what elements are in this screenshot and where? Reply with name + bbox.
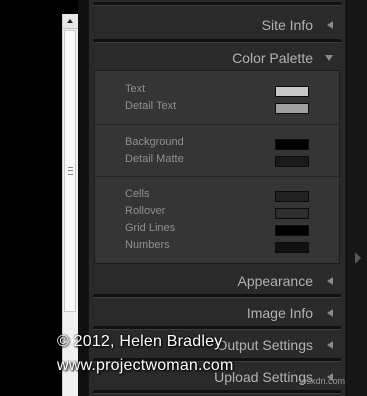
color-label: Rollover [125, 205, 166, 217]
color-swatch[interactable] [275, 86, 309, 97]
color-label: Text [125, 83, 146, 95]
section-header-appearance[interactable]: Appearance [89, 267, 345, 295]
color-row-text[interactable]: Text [95, 83, 339, 99]
color-swatch[interactable] [275, 156, 309, 167]
section-header-color-palette[interactable]: Color Palette [89, 44, 345, 72]
triangle-left-icon [327, 277, 333, 285]
color-row-cells[interactable]: Cells [95, 188, 339, 204]
color-row-detail-matte[interactable]: Detail Matte [95, 153, 339, 169]
section-label: Output Settings [216, 337, 313, 353]
color-row-background[interactable]: Background [95, 136, 339, 152]
group-separator [95, 124, 339, 125]
color-swatch[interactable] [275, 103, 309, 114]
color-swatch[interactable] [275, 242, 309, 253]
triangle-left-icon [327, 21, 333, 29]
color-row-detail-text[interactable]: Detail Text [95, 100, 339, 116]
corner-watermark: wsxdn.com [299, 376, 345, 386]
scroll-thumb[interactable] [64, 30, 76, 312]
color-label: Grid Lines [125, 222, 176, 234]
right-rail[interactable] [345, 0, 367, 396]
grip-icon [68, 167, 73, 175]
panel-divider [93, 39, 341, 43]
section-label: Color Palette [232, 50, 313, 66]
triangle-down-icon [325, 55, 333, 61]
color-palette-body: Text Detail Text Background Detail Matte… [94, 70, 340, 264]
color-label: Detail Matte [125, 153, 184, 165]
color-swatch[interactable] [275, 208, 309, 219]
section-header-image-info[interactable]: Image Info [89, 299, 345, 327]
color-swatch[interactable] [275, 191, 309, 202]
section-label: Site Info [261, 17, 313, 33]
color-swatch[interactable] [275, 225, 309, 236]
section-label: Image Info [246, 305, 313, 321]
panel-divider [93, 390, 341, 394]
color-swatch[interactable] [275, 139, 309, 150]
section-header-site-info[interactable]: Site Info [89, 11, 345, 39]
triangle-left-icon [327, 309, 333, 317]
panel-divider [93, 2, 341, 6]
color-row-grid-lines[interactable]: Grid Lines [95, 222, 339, 238]
scroll-up-icon[interactable] [63, 14, 78, 29]
url-watermark: www.projectwoman.com [57, 357, 234, 374]
color-row-numbers[interactable]: Numbers [95, 239, 339, 255]
arrow-right-icon[interactable] [355, 252, 361, 264]
panel-divider [93, 326, 341, 330]
group-separator [95, 176, 339, 177]
copyright-watermark: © 2012, Helen Bradley [57, 333, 223, 350]
triangle-left-icon [327, 341, 333, 349]
color-label: Numbers [125, 239, 170, 251]
section-label: Appearance [237, 273, 313, 289]
color-label: Detail Text [125, 100, 177, 112]
panel-divider [93, 294, 341, 298]
color-label: Cells [125, 188, 150, 200]
color-label: Background [125, 136, 184, 148]
color-row-rollover[interactable]: Rollover [95, 205, 339, 221]
